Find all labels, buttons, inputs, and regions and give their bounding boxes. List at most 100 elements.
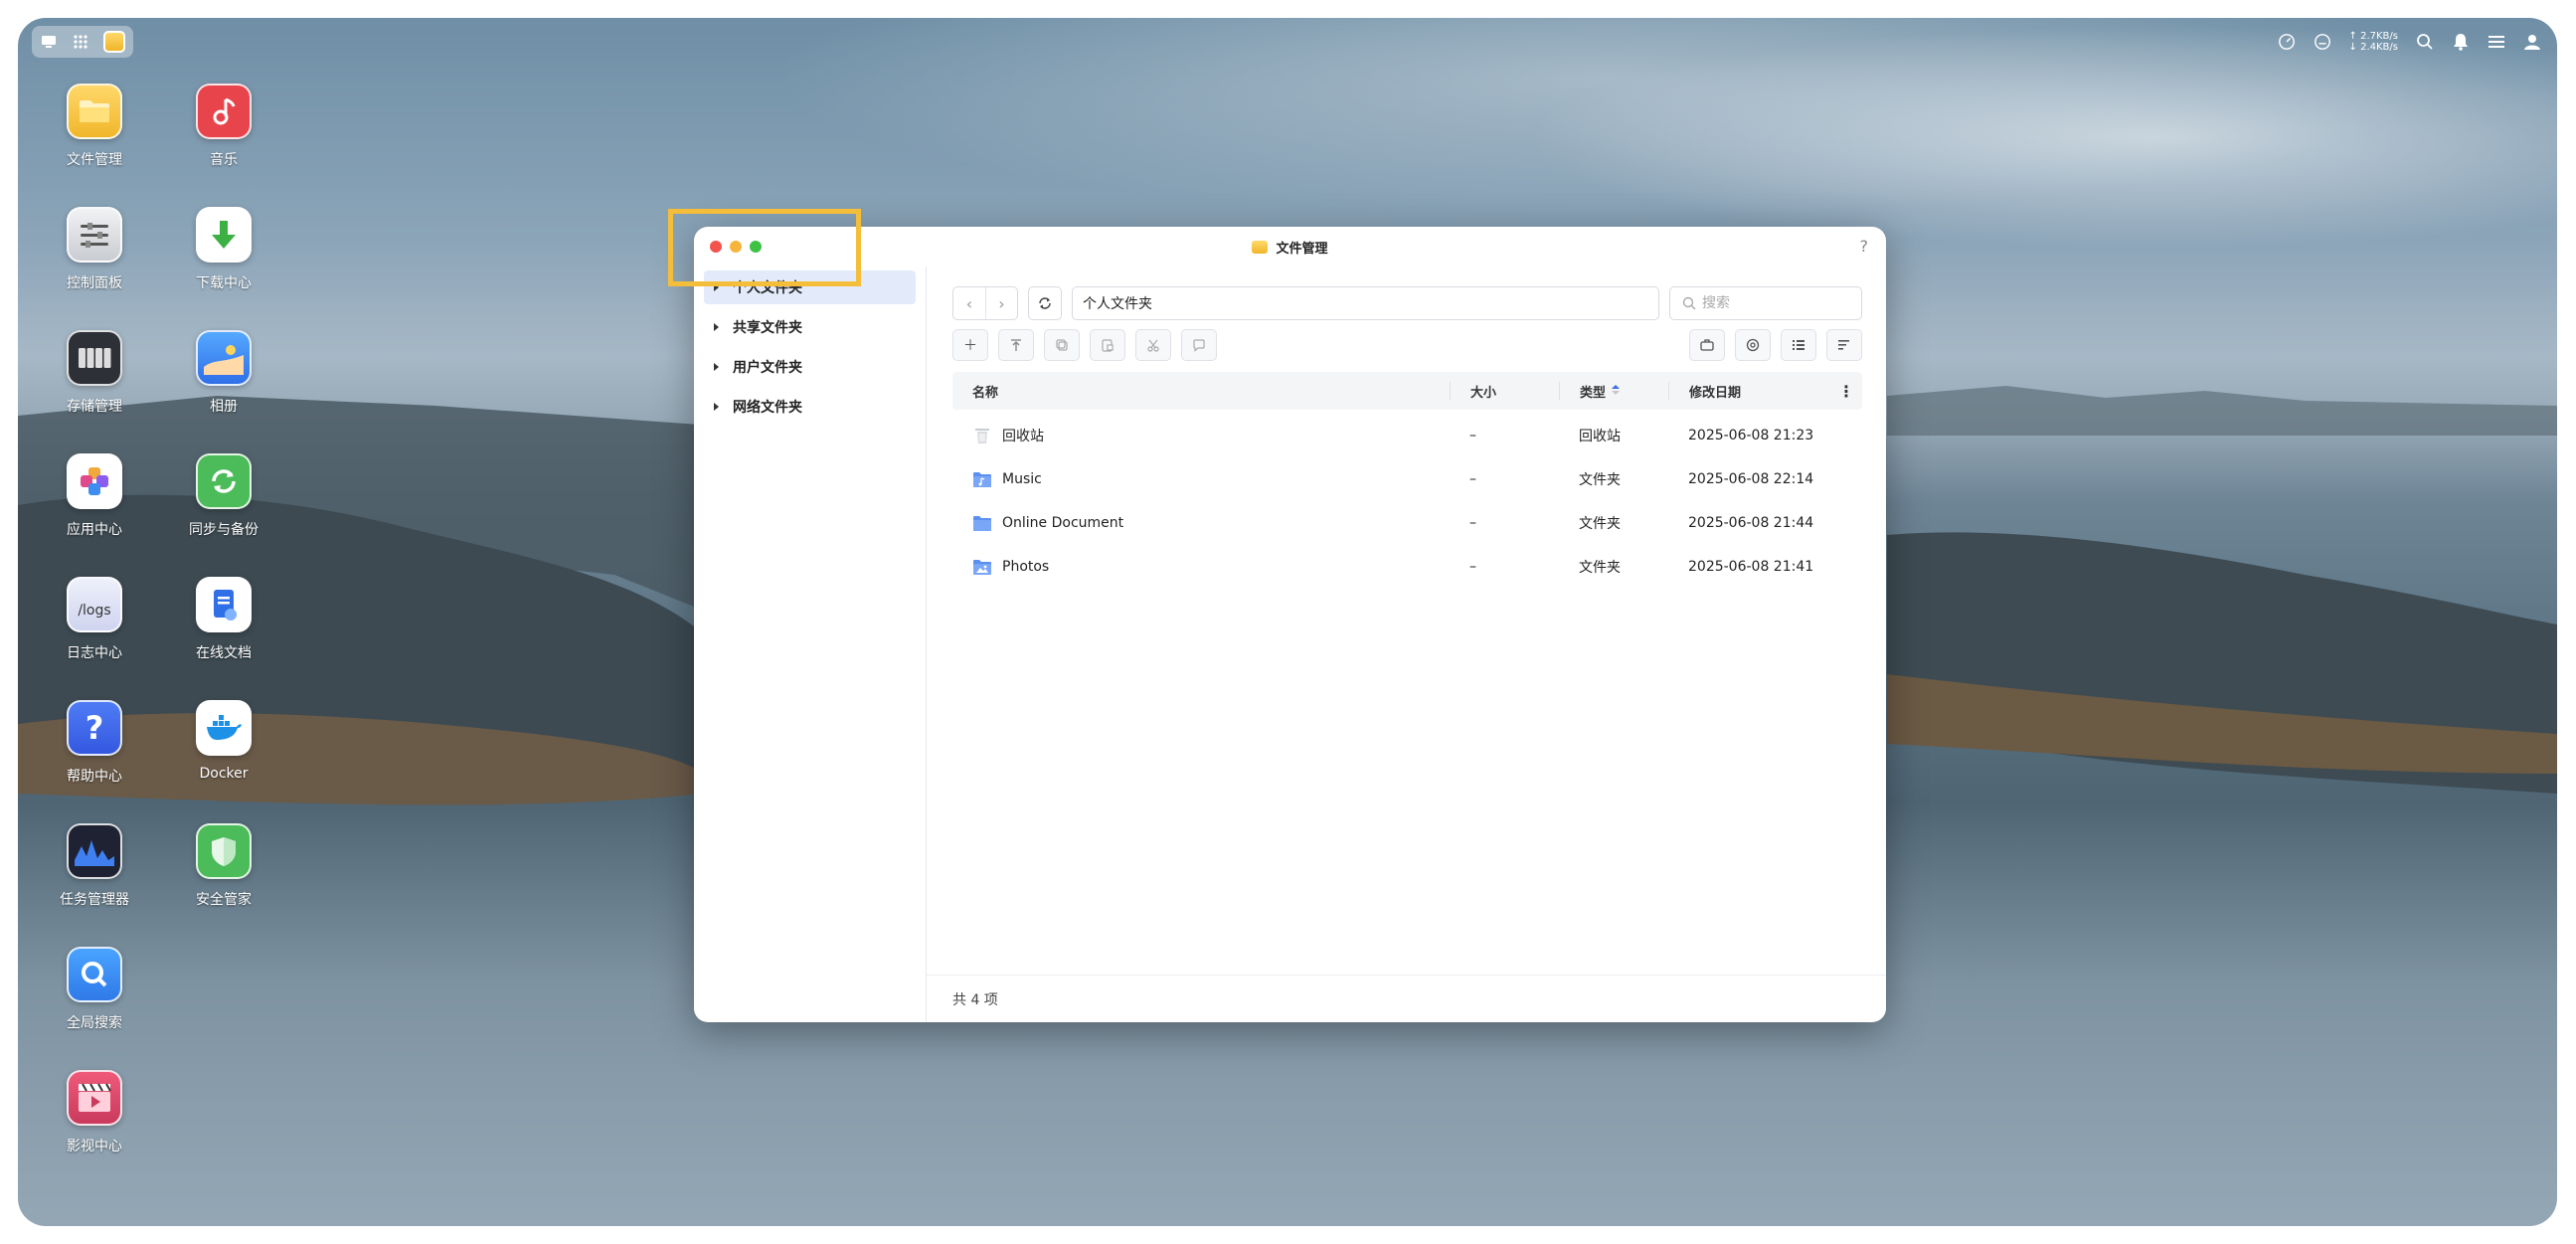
file-modified-date: 2025-06-08 21:41 <box>1688 559 1814 575</box>
upload-rate: ↑ 2.7KB/s <box>2348 31 2398 42</box>
sidebar-item-label: 网络文件夹 <box>733 400 802 416</box>
sidebar-item-label: 共享文件夹 <box>733 320 802 336</box>
toolbox-button[interactable] <box>1689 329 1725 361</box>
forward-button[interactable]: › <box>985 287 1017 319</box>
new-button[interactable]: ＋ <box>952 329 988 361</box>
upload-button[interactable] <box>998 329 1034 361</box>
table-row[interactable]: 回收站 – 回收站 2025-06-08 21:23 <box>952 414 1862 457</box>
sidebar-item-network-folder[interactable]: 网络文件夹 <box>704 390 916 424</box>
sort-ascending-icon <box>1612 384 1621 399</box>
search-input[interactable] <box>1702 295 1841 311</box>
status-bar: 共 4 项 <box>927 975 1886 1022</box>
desktop-app-security[interactable]: 安全管家 <box>159 823 288 909</box>
app-puzzle-icon <box>67 453 122 509</box>
file-size: – <box>1469 428 1476 444</box>
music-folder-icon <box>972 470 992 488</box>
column-options-icon[interactable]: ⋮ <box>1838 382 1854 401</box>
logs-icon: /logs <box>67 577 122 632</box>
desktop-app-download-center[interactable]: 下载中心 <box>159 207 288 292</box>
navigation-toolbar: ‹ › 个人文件夹 <box>952 286 1862 320</box>
activity-chart-icon <box>67 823 122 879</box>
column-header-name[interactable]: 名称 <box>952 382 1450 401</box>
download-rate: ↓ 2.4KB/s <box>2348 42 2398 53</box>
action-toolbar: ＋ <box>952 328 1862 362</box>
sidebar-item-shared-folder[interactable]: 共享文件夹 <box>704 310 916 344</box>
cut-button[interactable] <box>1135 329 1171 361</box>
file-table-body: 回收站 – 回收站 2025-06-08 21:23 Music – 文件夹 2… <box>952 414 1862 589</box>
expand-arrow-icon[interactable] <box>714 323 719 331</box>
desktop-app-storage[interactable]: 存储管理 <box>30 330 159 416</box>
sort-button[interactable] <box>1826 329 1862 361</box>
search-icon <box>67 947 122 1002</box>
desktop-app-task-manager[interactable]: 任务管理器 <box>30 823 159 909</box>
desktop-app-app-center[interactable]: 应用中心 <box>30 453 159 539</box>
bell-icon[interactable] <box>2452 33 2470 51</box>
view-mode-button[interactable] <box>1781 329 1816 361</box>
desktop-app-docker[interactable]: Docker <box>159 700 288 782</box>
column-header-type[interactable]: 类型 <box>1559 382 1668 401</box>
copy-icon <box>1056 339 1068 351</box>
desktop-app-label: 在线文档 <box>196 645 252 661</box>
paste-button[interactable] <box>1090 329 1125 361</box>
back-button[interactable]: ‹ <box>953 287 985 319</box>
desktop-app-file-manager[interactable]: 文件管理 <box>30 84 159 169</box>
column-header-date[interactable]: 修改日期 <box>1668 382 1862 401</box>
sliders-icon <box>67 207 122 263</box>
expand-arrow-icon[interactable] <box>714 403 719 411</box>
expand-arrow-icon[interactable] <box>714 363 719 371</box>
desktop-app-global-search[interactable]: 全局搜索 <box>30 947 159 1032</box>
path-bar[interactable]: 个人文件夹 <box>1072 286 1659 320</box>
list-view-icon <box>1793 340 1804 350</box>
music-note-icon <box>196 84 252 139</box>
table-row[interactable]: Photos – 文件夹 2025-06-08 21:41 <box>952 545 1862 589</box>
table-row[interactable]: Online Document – 文件夹 2025-06-08 21:44 <box>952 501 1862 545</box>
desktop-app-help[interactable]: ? 帮助中心 <box>30 700 159 786</box>
desktop-app-label: Docker <box>199 766 249 782</box>
desktop-app-log-center[interactable]: /logs 日志中心 <box>30 577 159 662</box>
comment-button[interactable] <box>1181 329 1217 361</box>
desktop-app-control-panel[interactable]: 控制面板 <box>30 207 159 292</box>
file-name-cell: Online Document <box>952 514 1450 532</box>
scissors-icon <box>1147 339 1159 352</box>
sidebar-item-user-folder[interactable]: 用户文件夹 <box>704 350 916 384</box>
help-button[interactable]: ? <box>1860 237 1869 256</box>
trash-icon <box>972 427 992 444</box>
refresh-icon <box>1039 297 1051 309</box>
desktop-app-photos[interactable]: 相册 <box>159 330 288 416</box>
taskbar-left <box>32 26 133 58</box>
copy-button[interactable] <box>1044 329 1080 361</box>
desktop-app-label: 相册 <box>210 399 238 415</box>
table-row[interactable]: Music – 文件夹 2025-06-08 22:14 <box>952 457 1862 501</box>
file-list-panel: ‹ › 个人文件夹 ＋ <box>927 267 1886 1022</box>
search-icon[interactable] <box>2416 33 2434 51</box>
taskbar-file-manager-icon[interactable] <box>103 31 125 53</box>
cpu-gauge-icon[interactable] <box>2278 33 2296 51</box>
network-rate[interactable]: ↑ 2.7KB/s ↓ 2.4KB/s <box>2349 31 2398 53</box>
desktop-app-label: 任务管理器 <box>60 892 129 908</box>
window-title-bar[interactable]: 文件管理 <box>694 227 1886 267</box>
search-box[interactable] <box>1669 286 1862 320</box>
sort-icon <box>1838 340 1849 350</box>
memory-gauge-icon[interactable] <box>2314 33 2331 51</box>
settings-button[interactable] <box>1735 329 1771 361</box>
file-type: 文件夹 <box>1579 560 1621 576</box>
desktop-app-online-docs[interactable]: 在线文档 <box>159 577 288 662</box>
photo-folder-icon <box>972 558 992 576</box>
file-modified-date: 2025-06-08 22:14 <box>1688 471 1814 487</box>
search-icon <box>1682 296 1696 310</box>
column-header-size[interactable]: 大小 <box>1450 382 1559 401</box>
file-type: 文件夹 <box>1579 472 1621 488</box>
app-grid-icon[interactable] <box>72 33 89 51</box>
desktop-app-video-center[interactable]: 影视中心 <box>30 1070 159 1155</box>
sidebar-item-label: 用户文件夹 <box>733 360 802 376</box>
refresh-button[interactable] <box>1028 286 1062 320</box>
desktop-app-label: 日志中心 <box>67 645 122 661</box>
file-name-cell: Photos <box>952 558 1450 576</box>
file-name: Photos <box>1002 559 1050 575</box>
file-name-cell: 回收站 <box>952 426 1450 445</box>
desktop-app-sync-backup[interactable]: 同步与备份 <box>159 453 288 539</box>
desktop-app-music[interactable]: 音乐 <box>159 84 288 169</box>
user-icon[interactable] <box>2523 33 2541 51</box>
show-desktop-icon[interactable] <box>40 33 58 51</box>
widgets-icon[interactable] <box>2488 33 2505 51</box>
